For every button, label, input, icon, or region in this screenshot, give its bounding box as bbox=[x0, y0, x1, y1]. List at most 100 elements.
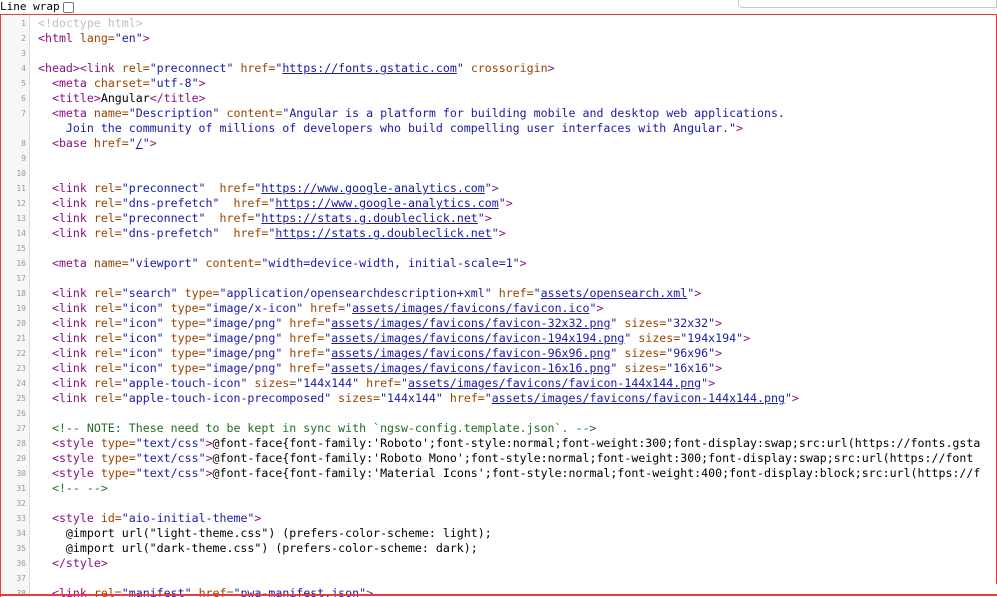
source-link[interactable]: https://stats.g.doubleclick.net bbox=[275, 226, 491, 240]
source-link[interactable]: / bbox=[136, 136, 143, 150]
code-token: <style bbox=[51, 451, 101, 465]
code-token: sizes= bbox=[624, 316, 667, 330]
code-token: <meta bbox=[51, 106, 94, 120]
source-line: 9 bbox=[1, 151, 997, 166]
code-token: type= bbox=[170, 301, 206, 315]
code-token: <head><link bbox=[38, 61, 122, 75]
code-token: " bbox=[401, 376, 408, 390]
code-token: sizes= bbox=[638, 331, 681, 345]
source-line: 10 bbox=[1, 166, 997, 181]
line-code: <link rel="search" type="application/ope… bbox=[38, 286, 701, 301]
line-number: 8 bbox=[21, 139, 26, 148]
line-number: 23 bbox=[16, 364, 26, 373]
code-token: "utf-8" bbox=[149, 76, 199, 90]
code-token: "text/css" bbox=[135, 466, 206, 480]
code-token: sizes= bbox=[254, 376, 297, 390]
code-token: "image/x-icon" bbox=[205, 301, 311, 315]
code-token: "dns-prefetch" bbox=[121, 226, 234, 240]
code-token: " bbox=[784, 391, 792, 405]
code-token: <!-- NOTE: These need to be kept in sync… bbox=[51, 421, 597, 435]
code-token: <link bbox=[51, 181, 94, 195]
line-number: 12 bbox=[16, 199, 26, 208]
code-token: </style> bbox=[51, 556, 108, 570]
code-token: <style bbox=[51, 466, 101, 480]
source-line: 21 <link rel="icon" type="image/png" hre… bbox=[1, 331, 997, 346]
code-token: > bbox=[715, 346, 723, 360]
line-number: 15 bbox=[16, 244, 26, 253]
code-token: type= bbox=[170, 331, 206, 345]
code-token: "icon" bbox=[121, 316, 171, 330]
line-code: <link rel="dns-prefetch" href= "https://w… bbox=[38, 196, 513, 211]
code-token: type= bbox=[184, 286, 220, 300]
source-line: 16 <meta name="viewport" content="width=… bbox=[1, 256, 997, 271]
source-link[interactable]: https://www.google-analytics.com bbox=[275, 196, 498, 210]
code-token: Join the community of millions of develo… bbox=[38, 121, 737, 135]
code-token: href= bbox=[93, 136, 129, 150]
code-token: href= bbox=[240, 61, 276, 75]
code-token: " bbox=[484, 391, 492, 405]
source-line: 25 <link rel="apple-touch-icon-precompos… bbox=[1, 391, 997, 406]
code-token: <link bbox=[51, 226, 94, 240]
code-token: <link bbox=[51, 346, 94, 360]
source-link[interactable]: assets/images/favicons/favicon-16x16.png bbox=[331, 361, 610, 375]
line-number: 35 bbox=[16, 544, 26, 553]
line-wrap-label: Line wrap bbox=[0, 0, 60, 13]
code-token: "icon" bbox=[121, 361, 171, 375]
line-number: 36 bbox=[16, 559, 26, 568]
code-token: > bbox=[142, 31, 150, 45]
code-token: "application/opensearchdescription+xml" bbox=[219, 286, 499, 300]
code-token: " bbox=[491, 226, 499, 240]
code-token: type= bbox=[100, 466, 136, 480]
code-token: "194x194" bbox=[680, 331, 744, 345]
code-token: "Angular is a platform for building mobi… bbox=[282, 106, 785, 120]
code-token: <link bbox=[51, 286, 94, 300]
code-token: rel= bbox=[93, 346, 122, 360]
code-token: > bbox=[149, 136, 157, 150]
code-token: href= bbox=[289, 361, 325, 375]
find-bar-edge bbox=[738, 0, 997, 8]
code-token: " bbox=[533, 286, 541, 300]
line-wrap-toggle[interactable]: Line wrap bbox=[0, 0, 74, 14]
source-link[interactable]: assets/images/favicons/favicon-32x32.png bbox=[331, 316, 610, 330]
code-token: > bbox=[694, 286, 702, 300]
source-link[interactable]: assets/images/favicons/favicon-144x144.p… bbox=[408, 376, 701, 390]
code-token: " bbox=[624, 331, 639, 345]
line-number: 27 bbox=[16, 424, 26, 433]
code-token: "image/png" bbox=[205, 346, 290, 360]
line-number: 11 bbox=[16, 184, 26, 193]
source-link[interactable]: assets/images/favicons/favicon-96x96.png bbox=[331, 346, 610, 360]
code-token: rel= bbox=[93, 301, 122, 315]
source-link[interactable]: assets/images/favicons/favicon.ico bbox=[352, 301, 589, 315]
line-code: <style type="text/css">@font-face{font-f… bbox=[38, 436, 980, 451]
source-line: 34 @import url("light-theme.css") (prefe… bbox=[1, 526, 997, 541]
line-wrap-checkbox[interactable] bbox=[62, 1, 74, 13]
source-line: 1 <!doctype html> bbox=[1, 16, 997, 31]
source-link[interactable]: assets/images/favicons/favicon-194x194.p… bbox=[331, 331, 624, 345]
line-number: 29 bbox=[16, 454, 26, 463]
source-link[interactable]: https://fonts.gstatic.com bbox=[282, 61, 457, 75]
code-token: "32x32" bbox=[666, 316, 716, 330]
code-token: <base bbox=[51, 136, 94, 150]
source-link[interactable]: assets/opensearch.xml bbox=[541, 286, 688, 300]
source-link[interactable]: assets/images/favicons/favicon-144x144.p… bbox=[492, 391, 785, 405]
code-token: > bbox=[708, 376, 716, 390]
line-code: <meta charset="utf-8"> bbox=[38, 76, 206, 91]
source-line: 36 </style> bbox=[1, 556, 997, 571]
code-token: > bbox=[498, 226, 506, 240]
code-token: rel= bbox=[93, 181, 122, 195]
code-token: lang= bbox=[79, 31, 115, 45]
code-token: " bbox=[484, 181, 492, 195]
source-link[interactable]: https://stats.g.doubleclick.net bbox=[261, 211, 477, 225]
code-token: id= bbox=[100, 511, 122, 525]
line-number: 18 bbox=[16, 289, 26, 298]
source-link[interactable]: https://www.google-analytics.com bbox=[261, 181, 484, 195]
code-token: href= bbox=[289, 331, 325, 345]
code-token: " bbox=[142, 136, 150, 150]
line-number: 32 bbox=[16, 499, 26, 508]
line-code: <style type="text/css">@font-face{font-f… bbox=[38, 451, 973, 466]
code-token: <html bbox=[38, 31, 80, 45]
